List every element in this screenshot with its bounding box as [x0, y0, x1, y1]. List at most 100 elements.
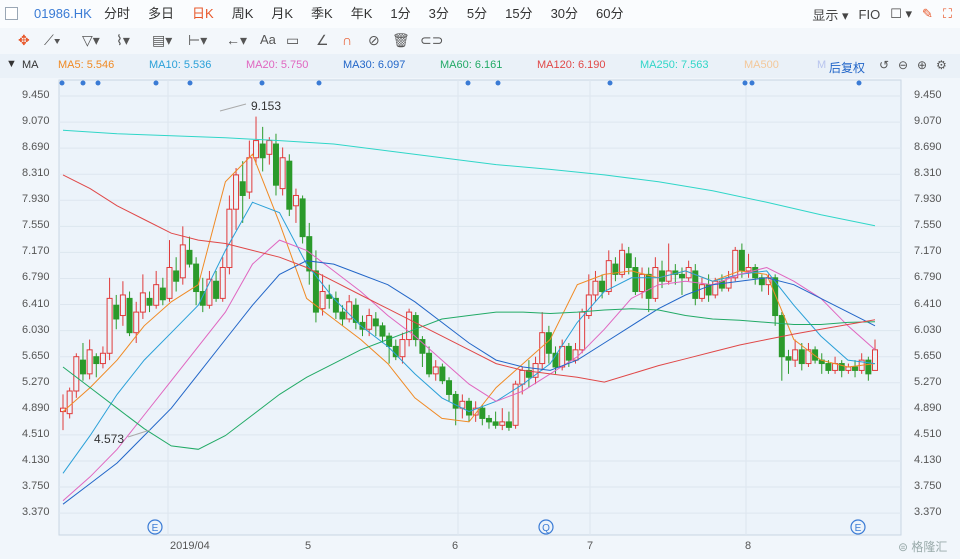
ma-legend-item[interactable]: M	[817, 59, 826, 71]
watermark-logo-icon: ⊜	[898, 540, 909, 554]
symbol-checkbox[interactable]	[5, 7, 18, 20]
ray-tool-icon[interactable]: ▽▾	[82, 32, 100, 49]
trash-icon[interactable]: 🗑	[392, 32, 410, 49]
candle-body	[852, 366, 859, 371]
candlestick-chart[interactable]: 9.153 4.573 E Q E	[0, 78, 960, 559]
link-icon[interactable]: ⊂⊃	[420, 32, 443, 49]
candle-body	[219, 267, 226, 299]
candle-body	[432, 366, 439, 375]
ma-legend-item[interactable]: MA20: 5.750	[246, 59, 308, 71]
ma-toggle[interactable]: MA	[22, 59, 39, 71]
eraser-icon[interactable]: ∠	[316, 32, 329, 49]
ma-legend-item[interactable]: MA10: 5.536	[149, 59, 211, 71]
price-tick-left: 4.510	[22, 427, 50, 440]
period-tab[interactable]: 年K	[342, 0, 382, 28]
zoom-out-icon[interactable]: ⊖	[898, 58, 908, 72]
candle-body	[259, 143, 266, 159]
candle-body	[179, 244, 186, 279]
price-tick-right: 6.410	[914, 297, 942, 310]
candle-body	[619, 249, 626, 275]
ma-collapse-icon[interactable]: ▼	[6, 58, 17, 70]
period-tab[interactable]: 分时	[95, 0, 139, 28]
candle-body	[233, 174, 240, 210]
time-tick: 5	[305, 540, 312, 552]
ma-legend-item[interactable]: MA60: 6.161	[440, 59, 502, 71]
pencil-icon[interactable]: ✎	[922, 6, 933, 22]
fullscreen-icon[interactable]: ⛶	[943, 6, 952, 22]
candle-body	[266, 140, 273, 155]
magnet-icon[interactable]: ∩	[342, 32, 352, 48]
period-tab[interactable]: 30分	[542, 0, 587, 28]
price-tick-right: 3.370	[914, 506, 942, 519]
candle-body	[559, 345, 566, 368]
period-tab[interactable]: 15分	[496, 0, 541, 28]
price-tick-right: 6.030	[914, 323, 942, 336]
period-tab[interactable]: 周K	[223, 0, 263, 28]
candle-body	[825, 363, 832, 371]
ma-legend-item[interactable]: MA500	[744, 59, 779, 71]
event-dot	[80, 80, 86, 86]
price-tick-left: 7.930	[22, 193, 50, 206]
event-dot	[607, 80, 613, 86]
settings-icon[interactable]: ⚙	[936, 58, 947, 72]
candle-body	[133, 311, 140, 334]
ma-legend-item[interactable]: MA5: 5.546	[58, 59, 114, 71]
ma-legend-item[interactable]: MA120: 6.190	[537, 59, 606, 71]
period-tab[interactable]: 5分	[458, 0, 496, 28]
price-tick-left: 8.310	[22, 167, 50, 180]
time-tick: 7	[587, 540, 594, 552]
candle-body	[545, 332, 552, 354]
price-tick-left: 9.450	[22, 89, 50, 101]
price-tick-right: 7.930	[914, 193, 942, 206]
adjust-selector[interactable]: 后复权	[829, 59, 865, 76]
candle-body	[466, 400, 472, 416]
candle-body	[79, 359, 86, 375]
candle-body	[173, 270, 180, 282]
candle-body	[585, 294, 592, 317]
ma-legend-item[interactable]: MA30: 6.097	[343, 59, 405, 71]
candle-body	[845, 366, 852, 371]
crosshair-icon[interactable]: ✥	[18, 32, 30, 49]
candle-body	[792, 349, 799, 361]
checkbox-dropdown-icon[interactable]: ☐ ▾	[890, 6, 912, 22]
price-tick-right: 4.510	[914, 427, 942, 440]
drawing-toolbar: ✥ ⟋▾ ▽▾ ⌇▾ ▤▾ ⊢▾ ←▾ Aa ▭ ∠ ∩ ⊘ 🗑 ⊂⊃	[0, 28, 960, 55]
event-dot	[495, 80, 501, 86]
event-dot	[316, 80, 322, 86]
candle-body	[159, 287, 166, 301]
fib-tool-icon[interactable]: ▤▾	[152, 32, 172, 49]
period-tab[interactable]: 3分	[420, 0, 458, 28]
candle-body	[519, 369, 526, 385]
candle-body	[678, 273, 685, 279]
candle-body	[352, 304, 359, 323]
candle-body	[292, 194, 299, 207]
wave-tool-icon[interactable]: ⌇▾	[116, 32, 130, 49]
hide-icon[interactable]: ⊘	[368, 32, 380, 49]
price-tick-left: 6.030	[22, 323, 50, 336]
text-tool[interactable]: Aa	[260, 32, 276, 47]
event-marker-label: E	[855, 523, 862, 534]
period-tab[interactable]: 60分	[587, 0, 632, 28]
zoom-in-icon[interactable]: ⊕	[917, 58, 927, 72]
fio-toggle[interactable]: FIO	[859, 7, 881, 22]
candle-body	[386, 335, 393, 347]
price-tick-right: 8.310	[914, 167, 942, 180]
line-tool-icon[interactable]: ⟋▾	[44, 32, 61, 49]
arrow-tool-icon[interactable]: ←▾	[226, 32, 247, 49]
period-tab[interactable]: 1分	[381, 0, 419, 28]
symbol-code[interactable]: 01986.HK	[34, 6, 92, 21]
candle-body	[785, 356, 792, 361]
undo-icon[interactable]: ↺	[879, 58, 889, 72]
price-tick-right: 6.790	[914, 271, 942, 284]
price-tick-left: 7.550	[22, 219, 50, 232]
candle-body	[372, 318, 379, 327]
comment-icon[interactable]: ▭	[286, 32, 299, 49]
period-tab[interactable]: 日K	[183, 0, 223, 28]
period-tab[interactable]: 多日	[139, 0, 183, 28]
measure-tool-icon[interactable]: ⊢▾	[188, 32, 207, 49]
period-tab[interactable]: 季K	[302, 0, 342, 28]
display-menu[interactable]: 显示 ▾	[812, 5, 848, 24]
ma-legend-item[interactable]: MA250: 7.563	[640, 59, 709, 71]
period-tab[interactable]: 月K	[262, 0, 302, 28]
candle-body	[592, 280, 599, 296]
